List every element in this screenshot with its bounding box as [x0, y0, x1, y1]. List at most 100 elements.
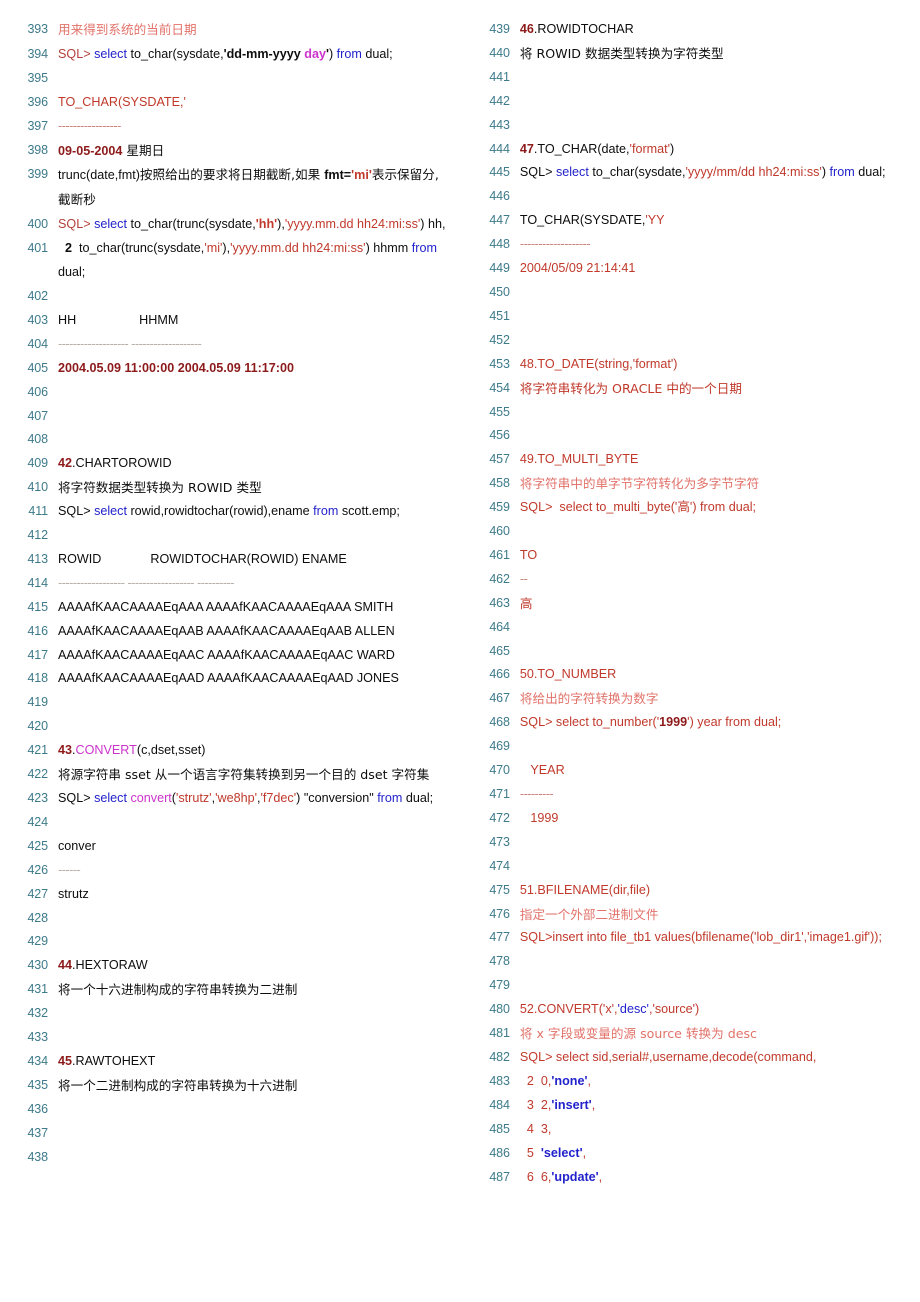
doc-line-435: 435 将一个二进制构成的字符串转换为十六进制 [14, 1074, 448, 1098]
line-text: 43.CONVERT(c,dset,sset) [58, 743, 206, 758]
line-text: 2 0,'none', [519, 1073, 591, 1088]
line-number: 430 [27, 958, 48, 973]
doc-line-409: 409 42.CHARTOROWID [14, 452, 448, 476]
line-text: ROWID ROWIDTOCHAR(ROWID) ENAME [58, 551, 347, 566]
line-number: 444 [489, 141, 510, 156]
line-number: 428 [27, 910, 48, 925]
line-number: 456 [489, 428, 510, 443]
line-text: 2004/05/09 21:14:41 [519, 261, 636, 276]
line-number: 450 [489, 284, 510, 299]
line-number: 482 [489, 1049, 510, 1064]
doc-line-416: 416 AAAAfKAACAAAAEqAAB AAAAfKAACAAAAEqAA… [14, 620, 448, 644]
line-text: TO_CHAR(SYSDATE,' [58, 94, 186, 109]
line-text: AAAAfKAACAAAAEqAAD AAAAfKAACAAAAEqAAD JO… [58, 671, 399, 686]
doc-line-486: 486 5 'select', [476, 1142, 902, 1166]
line-text: --------- [519, 787, 554, 801]
line-number: 416 [27, 623, 48, 638]
line-number: 448 [489, 237, 510, 252]
line-number: 459 [489, 500, 510, 515]
line-number: 397 [27, 118, 48, 133]
doc-line-423: 423 SQL> select convert('strutz','we8hp'… [14, 787, 448, 811]
doc-line-402: 402 [14, 285, 448, 309]
line-text: 将 x 字段或变量的源 source 转换为 desc [519, 1026, 757, 1042]
line-number: 420 [27, 719, 48, 734]
line-number: 435 [27, 1077, 48, 1092]
line-text: YEAR [519, 763, 565, 778]
doc-line-459: 459 SQL> select to_multi_byte('高') from … [476, 496, 902, 520]
doc-line-442: 442 [476, 90, 902, 114]
line-number: 402 [27, 288, 48, 303]
line-number: 437 [27, 1125, 48, 1140]
doc-line-426: 426 ------ [14, 859, 448, 883]
doc-line-476: 476 指定一个外部二进制文件 [476, 903, 902, 927]
doc-line-462: 462 -- [476, 568, 902, 592]
doc-line-436: 436 [14, 1098, 448, 1122]
line-number: 478 [489, 954, 510, 969]
line-number: 446 [489, 189, 510, 204]
line-text: SQL> select to_char(trunc(sysdate,'hh'),… [58, 217, 446, 232]
doc-line-413: 413 ROWID ROWIDTOCHAR(ROWID) ENAME [14, 548, 448, 572]
line-number: 439 [489, 22, 510, 36]
line-text: 45.RAWTOHEXT [58, 1053, 156, 1068]
line-text: SQL> select sid,serial#,username,decode(… [519, 1049, 817, 1064]
line-text: HH HHMM [58, 312, 179, 327]
doc-line-411: 411 SQL> select rowid,rowidtochar(rowid)… [14, 500, 448, 524]
line-number: 457 [489, 452, 510, 467]
doc-line-441: 441 [476, 66, 902, 90]
doc-line-469: 469 [476, 735, 902, 759]
line-text: SQL> select to_multi_byte('高') from dual… [519, 500, 757, 515]
doc-line-465: 465 [476, 640, 902, 664]
line-number: 464 [489, 619, 510, 634]
line-number: 436 [27, 1101, 48, 1116]
doc-line-420: 420 [14, 715, 448, 739]
doc-line-478: 478 [476, 950, 902, 974]
line-number: 479 [489, 978, 510, 993]
doc-line-405: 405 2004.05.09 11:00:00 2004.05.09 11:17… [14, 357, 448, 381]
doc-line-446: 446 [476, 185, 902, 209]
doc-line-407: 407 [14, 405, 448, 429]
doc-line-457: 457 49.TO_MULTI_BYTE [476, 448, 902, 472]
line-number: 461 [489, 547, 510, 562]
doc-line-430: 430 44.HEXTORAW [14, 954, 448, 978]
line-number: 393 [27, 22, 48, 36]
doc-line-432: 432 [14, 1002, 448, 1026]
line-number: 394 [27, 46, 48, 61]
doc-line-419: 419 [14, 691, 448, 715]
line-text: 高 [519, 595, 533, 611]
line-number: 472 [489, 810, 510, 825]
doc-line-437: 437 [14, 1122, 448, 1146]
doc-line-440: 440 将 ROWID 数据类型转换为字符类型 [476, 42, 902, 66]
doc-line-471: 471 --------- [476, 783, 902, 807]
line-text: 52.CONVERT('x','desc','source') [519, 1002, 700, 1017]
doc-line-475: 475 51.BFILENAME(dir,file) [476, 879, 902, 903]
line-number: 458 [489, 476, 510, 491]
line-text: SQL>insert into file_tb1 values(bfilenam… [519, 930, 882, 945]
doc-line-431: 431 将一个十六进制构成的字符串转换为二进制 [14, 978, 448, 1002]
line-text: 4 3, [519, 1121, 552, 1136]
doc-line-424: 424 [14, 811, 448, 835]
doc-line-434: 434 45.RAWTOHEXT [14, 1050, 448, 1074]
line-number: 468 [489, 715, 510, 730]
line-text: 46.ROWIDTOCHAR [519, 22, 634, 36]
doc-line-479: 479 [476, 974, 902, 998]
line-text: 将字符数据类型转换为 ROWID 类型 [58, 480, 262, 496]
doc-line-406: 406 [14, 381, 448, 405]
line-number: 398 [27, 142, 48, 157]
line-text: AAAAfKAACAAAAEqAAA AAAAfKAACAAAAEqAAA SM… [58, 599, 394, 614]
line-number: 462 [489, 571, 510, 586]
line-number: 445 [489, 165, 510, 180]
line-text: ------------------- ------------------- [58, 336, 202, 351]
doc-line-481: 481 将 x 字段或变量的源 source 转换为 desc [476, 1022, 902, 1046]
line-text: 48.TO_DATE(string,'format') [519, 356, 678, 371]
line-number: 423 [27, 791, 48, 805]
line-text: strutz [58, 886, 89, 901]
line-text: ------ [58, 862, 81, 877]
line-number: 417 [27, 647, 48, 662]
doc-line-401: 401 2 to_char(trunc(sysdate,'mi'),'yyyy.… [14, 237, 448, 285]
line-text: 50.TO_NUMBER [519, 667, 617, 682]
line-number: 477 [489, 930, 510, 945]
doc-line-483: 483 2 0,'none', [476, 1070, 902, 1094]
doc-line-466: 466 50.TO_NUMBER [476, 663, 902, 687]
doc-line-425: 425 conver [14, 835, 448, 859]
line-number: 412 [27, 528, 48, 543]
